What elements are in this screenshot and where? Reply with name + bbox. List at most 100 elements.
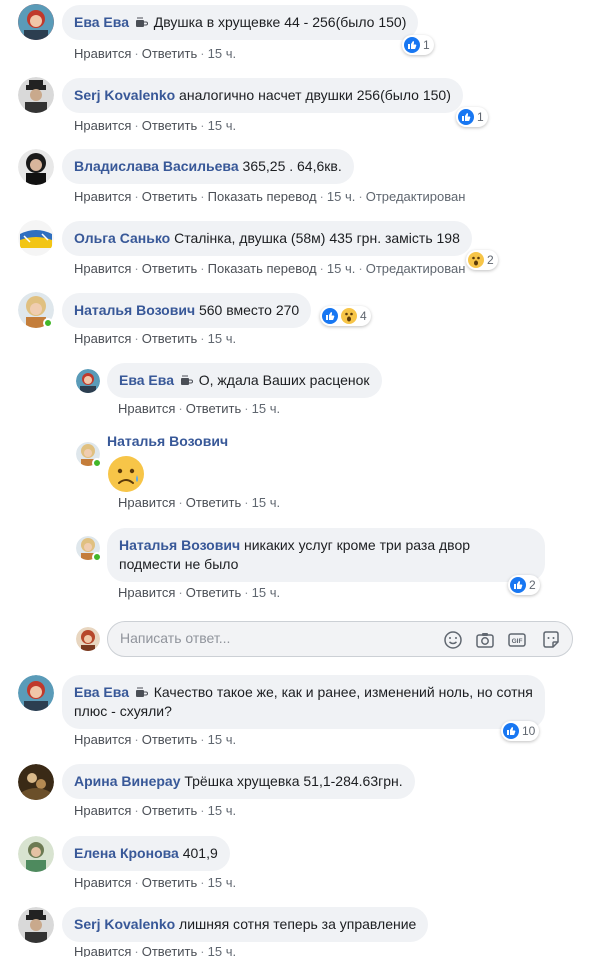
comment-author[interactable]: Serj Kovalenko <box>74 916 175 932</box>
reaction-number: 10 <box>522 724 536 738</box>
comment-author[interactable]: Ольга Санько <box>74 230 170 246</box>
comment-author[interactable]: Арина Винерау <box>74 773 180 789</box>
timestamp[interactable]: 15 ч. <box>208 118 236 133</box>
avatar[interactable] <box>76 369 100 393</box>
sticker-icon[interactable] <box>540 629 562 651</box>
reply-link[interactable]: Ответить <box>142 189 198 204</box>
coffee-cup-icon <box>135 687 148 697</box>
like-link[interactable]: Нравится <box>74 803 131 818</box>
comment-actions: Нравится · Ответить · Показать перевод · 15 ч.… <box>74 261 466 276</box>
avatar[interactable] <box>18 675 54 711</box>
timestamp[interactable]: 15 ч. <box>208 732 236 747</box>
reply-link[interactable]: Ответить <box>142 46 198 61</box>
comment-bubble: Наталья Возович 560 вместо 270 <box>62 293 312 328</box>
comment-author[interactable]: Ева Ева <box>74 684 129 700</box>
reaction-count[interactable]: 2 <box>466 250 498 270</box>
like-link[interactable]: Нравится <box>74 261 131 276</box>
avatar[interactable] <box>18 907 54 943</box>
svg-text:GIF: GIF <box>512 638 523 645</box>
comment-author[interactable]: Ева Ева <box>74 14 129 30</box>
comment-actions: Нравится · Ответить · Показать перевод · 15 ч.… <box>74 189 466 204</box>
comment-text: аналогично насчет двушки 256(было 150) <box>179 87 451 103</box>
timestamp[interactable]: 15 ч. <box>252 401 280 416</box>
reply-link[interactable]: Ответить <box>142 118 198 133</box>
reply-link[interactable]: Ответить <box>142 261 198 276</box>
reply-link[interactable]: Ответить <box>142 331 198 346</box>
like-link[interactable]: Нравится <box>74 944 131 957</box>
like-link[interactable]: Нравится <box>74 732 131 747</box>
avatar[interactable] <box>18 220 54 256</box>
translate-link[interactable]: Показать перевод <box>208 189 317 204</box>
comment-author[interactable]: Ева Ева <box>119 372 174 388</box>
avatar[interactable] <box>18 764 54 800</box>
timestamp[interactable]: 15 ч. <box>252 495 280 510</box>
timestamp[interactable]: 15 ч. <box>208 46 236 61</box>
timestamp[interactable]: 15 ч. <box>208 803 236 818</box>
reply-link[interactable]: Ответить <box>186 401 242 416</box>
comment-author[interactable]: Наталья Возович <box>74 302 195 318</box>
reaction-count[interactable]: 10 <box>501 721 540 741</box>
comment-actions: Нравится · Ответить · 15 ч. <box>118 401 281 416</box>
comment-actions: Нравится · Ответить · 15 ч. <box>74 732 237 747</box>
comment-bubble: Ева Ева О, ждала Ваших расценок <box>107 363 382 398</box>
edited-label[interactable]: Отредактирован <box>366 261 466 276</box>
reply-link[interactable]: Ответить <box>186 585 242 600</box>
comment-actions: Нравится · Ответить · 15 ч. <box>74 46 237 61</box>
timestamp[interactable]: 15 ч. <box>208 875 236 890</box>
comment-bubble: Serj Kovalenko аналогично насчет двушки … <box>62 78 463 113</box>
avatar[interactable] <box>18 4 54 40</box>
comment-actions: Нравится · Ответить · 15 ч. <box>74 875 237 890</box>
timestamp[interactable]: 15 ч. <box>208 944 236 957</box>
edited-label[interactable]: Отредактирован <box>366 189 466 204</box>
like-link[interactable]: Нравится <box>74 331 131 346</box>
timestamp[interactable]: 15 ч. <box>252 585 280 600</box>
reply-link[interactable]: Ответить <box>142 803 198 818</box>
comment-author[interactable]: Serj Kovalenko <box>74 87 175 103</box>
reply-input[interactable] <box>120 630 420 646</box>
gif-icon[interactable]: GIF <box>506 629 528 651</box>
comment-text: лишняя сотня теперь за управление <box>179 916 417 932</box>
comment-bubble: Арина Винерау Трёшка хрущевка 51,1-284.6… <box>62 764 415 799</box>
reaction-number: 4 <box>360 309 367 323</box>
reply-link[interactable]: Ответить <box>142 875 198 890</box>
reaction-number: 1 <box>423 38 430 52</box>
timestamp[interactable]: 15 ч. <box>208 331 236 346</box>
like-link[interactable]: Нравится <box>118 495 175 510</box>
like-icon <box>458 109 474 125</box>
coffee-cup-icon <box>180 375 193 385</box>
reply-link[interactable]: Ответить <box>142 732 198 747</box>
comment-actions: Нравится · Ответить · 15 ч. <box>74 803 237 818</box>
comment-text: Сталінка, двушка (58м) 435 грн. замість … <box>174 230 460 246</box>
like-link[interactable]: Нравится <box>118 585 175 600</box>
comment-author[interactable]: Елена Кронова <box>74 845 179 861</box>
reaction-count[interactable]: 1 <box>402 35 434 55</box>
timestamp[interactable]: 15 ч. <box>327 189 355 204</box>
reaction-count[interactable]: 4 <box>320 306 371 326</box>
reaction-count[interactable]: 1 <box>456 107 488 127</box>
reply-link[interactable]: Ответить <box>142 944 198 957</box>
like-link[interactable]: Нравится <box>118 401 175 416</box>
comment-text: Двушка в хрущевке 44 - 256(было 150) <box>153 14 407 30</box>
reaction-count[interactable]: 2 <box>508 575 540 595</box>
comment-author[interactable]: Наталья Возович <box>107 433 228 449</box>
comment-text: 401,9 <box>182 845 218 861</box>
emoji-icon[interactable] <box>442 629 464 651</box>
comment-author[interactable]: Владислава Васильева <box>74 158 239 174</box>
coffee-cup-icon <box>135 17 148 27</box>
translate-link[interactable]: Показать перевод <box>208 261 317 276</box>
comment-actions: Нравится · Ответить · 15 ч. <box>74 331 237 346</box>
camera-icon[interactable] <box>474 629 496 651</box>
avatar[interactable] <box>18 149 54 185</box>
like-link[interactable]: Нравится <box>74 118 131 133</box>
like-link[interactable]: Нравится <box>74 875 131 890</box>
timestamp[interactable]: 15 ч. <box>327 261 355 276</box>
reply-link[interactable]: Ответить <box>186 495 242 510</box>
like-link[interactable]: Нравится <box>74 46 131 61</box>
like-icon <box>503 723 519 739</box>
avatar[interactable] <box>18 836 54 872</box>
comment-author[interactable]: Наталья Возович <box>119 537 240 553</box>
avatar[interactable] <box>18 77 54 113</box>
online-indicator <box>92 458 102 468</box>
like-link[interactable]: Нравится <box>74 189 131 204</box>
reply-input-box[interactable]: GIF <box>107 621 573 657</box>
